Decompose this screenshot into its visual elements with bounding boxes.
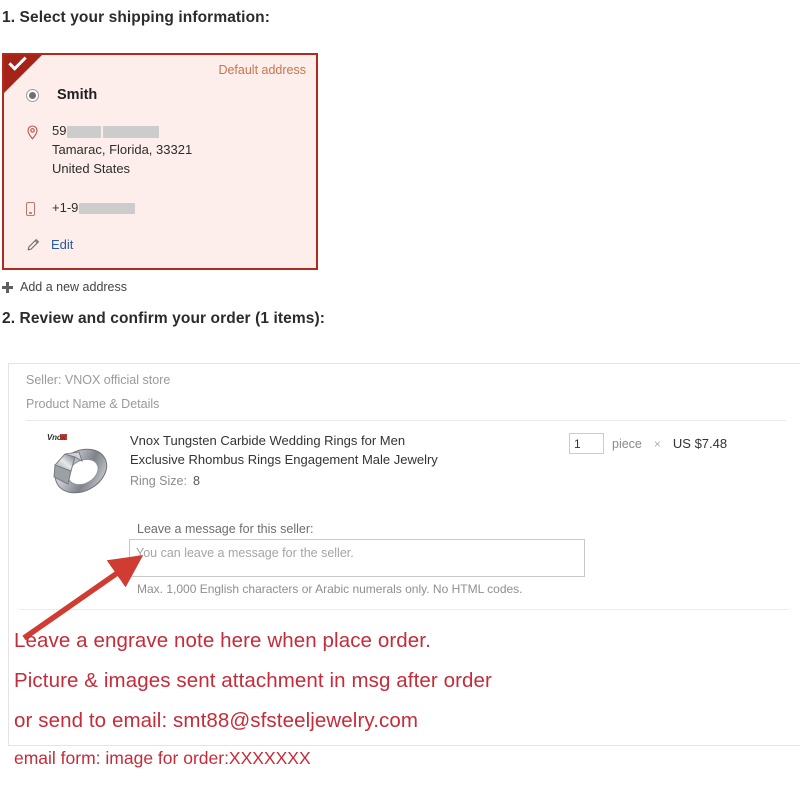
panel-divider [19, 609, 789, 610]
pencil-icon [26, 238, 40, 252]
default-address-badge: Default address [218, 63, 306, 77]
mobile-phone-icon [26, 202, 35, 216]
street-prefix: 59 [52, 123, 67, 138]
location-pin-icon [26, 125, 39, 140]
quantity-price-block: piece × US $7.48 [569, 433, 727, 454]
redacted-street-1 [67, 125, 102, 138]
redacted-street-2 [103, 125, 160, 138]
step-1-heading: 1. Select your shipping information: [2, 9, 270, 26]
address-radio-row[interactable]: Smith [26, 87, 97, 103]
attribute-value: 8 [192, 474, 200, 488]
redacted-phone-1 [79, 203, 136, 215]
header-divider [26, 420, 786, 421]
quantity-input[interactable] [569, 433, 604, 454]
unit-price: US $7.48 [672, 436, 728, 451]
add-new-address-label: Add a new address [20, 280, 128, 294]
address-lines: 59 Tamarac, Florida, 33321 United States [52, 121, 192, 178]
address-city-line: Tamarac, Florida, 33321 [52, 142, 193, 157]
multiply-symbol: × [653, 436, 661, 451]
product-thumbnail[interactable]: Vnox [35, 430, 121, 502]
seller-message-label: Leave a message for this seller: [137, 522, 314, 536]
seller-message-input[interactable] [129, 539, 585, 577]
quantity-unit-label: piece [612, 436, 642, 451]
seller-message-hint: Max. 1,000 English characters or Arabic … [137, 582, 523, 596]
brand-watermark: Vnox [47, 433, 67, 442]
step-2-heading: 2. Review and confirm your order (1 item… [2, 310, 325, 327]
plus-icon [2, 281, 13, 293]
attribute-label: Ring Size: [130, 474, 187, 488]
edit-link-label[interactable]: Edit [51, 237, 73, 252]
add-new-address-button[interactable]: Add a new address [2, 280, 127, 294]
address-street-line: 59 [52, 121, 192, 140]
address-radio-button[interactable] [26, 88, 39, 102]
annotation-line-2: Picture & images sent attachment in msg … [14, 669, 492, 692]
radio-selected-dot [29, 91, 36, 99]
annotation-line-1: Leave a engrave note here when place ord… [14, 629, 431, 652]
address-country-line: United States [52, 161, 131, 176]
shipping-address-card[interactable]: Default address Smith 59 Tamarac, Florid… [2, 53, 318, 270]
annotation-line-3: or send to email: smt88@sfsteeljewelry.c… [14, 709, 419, 732]
seller-name: Seller: VNOX official store [26, 373, 171, 387]
phone-number: +1-9 [52, 200, 136, 215]
recipient-name: Smith [57, 87, 98, 103]
product-attribute: Ring Size: 8 [130, 474, 200, 488]
product-title[interactable]: Vnox Tungsten Carbide Wedding Rings for … [130, 431, 445, 469]
edit-address-link[interactable]: Edit [26, 237, 73, 252]
checkout-page: 1. Select your shipping information: Def… [0, 0, 800, 800]
phone-prefix: +1-9 [52, 200, 79, 215]
annotation-line-4: email form: image for order:XXXXXXX [14, 748, 311, 768]
product-column-header: Product Name & Details [26, 397, 160, 411]
